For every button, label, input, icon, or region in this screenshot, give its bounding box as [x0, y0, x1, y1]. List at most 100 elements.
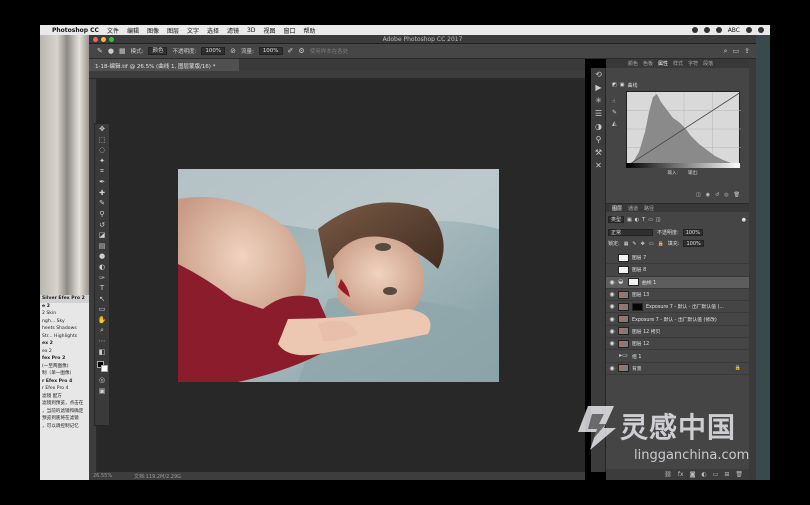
- brush-tool-icon[interactable]: ✎: [97, 47, 103, 55]
- tab-color[interactable]: 颜色: [628, 60, 638, 67]
- layer-row[interactable]: ◉ 图层 12: [606, 338, 749, 351]
- layer-name[interactable]: Exposure 7 - 默认 - 出厂默认值 (...: [646, 303, 724, 310]
- tray-icon[interactable]: [691, 27, 698, 33]
- mask-icon[interactable]: ▣: [620, 82, 625, 88]
- ruler-horizontal[interactable]: [89, 71, 585, 79]
- shape-tool-icon[interactable]: ▭: [95, 304, 109, 315]
- collapse-icon[interactable]: ✕: [591, 159, 606, 172]
- filter-adjust-icon[interactable]: ◐: [635, 217, 639, 223]
- eye-icon[interactable]: ◉: [606, 340, 618, 347]
- hand-tool-icon[interactable]: ✋: [95, 315, 109, 326]
- layer-name[interactable]: 图层 7: [632, 254, 646, 261]
- delete-layer-icon[interactable]: 🗑: [735, 471, 743, 478]
- search-icon[interactable]: ⌕: [724, 47, 728, 56]
- layer-mask-thumbnail[interactable]: [628, 278, 639, 287]
- filter-kind-select[interactable]: 类型: [608, 216, 625, 223]
- zoom-readout[interactable]: 26.55%: [93, 473, 112, 479]
- menu-filter[interactable]: 滤镜: [227, 26, 239, 35]
- eraser-tool-icon[interactable]: ◪: [95, 230, 109, 241]
- panel-row[interactable]: ex 2: [40, 348, 89, 356]
- lock-move-icon[interactable]: ✥: [641, 241, 645, 247]
- layer-row-selected[interactable]: ◉ ◒ 曲线 1: [606, 276, 749, 289]
- auto-icon[interactable]: ◭: [612, 118, 617, 129]
- panel-row[interactable]: 滤镜 配方: [40, 393, 89, 401]
- brush-tool-icon[interactable]: ✎: [95, 198, 109, 209]
- layer-group-row[interactable]: ▸▭ 组 1: [606, 350, 749, 363]
- folder-icon[interactable]: ▸▭: [618, 352, 629, 360]
- opacity-input[interactable]: 100%: [201, 47, 226, 55]
- volume-icon[interactable]: [715, 27, 722, 33]
- brush-settings-icon[interactable]: ✳: [591, 94, 606, 107]
- curves-adjustment-icon[interactable]: ◒: [618, 278, 626, 286]
- eyedropper-tool-icon[interactable]: ✒: [95, 177, 109, 188]
- crop-tool-icon[interactable]: ⌗: [95, 166, 109, 177]
- panel-row[interactable]: Str... Highlights: [40, 333, 89, 341]
- actions-icon[interactable]: ▶: [591, 81, 606, 94]
- layer-name[interactable]: Exposure 7 - 默认 - 出厂默认值 (修改): [632, 316, 717, 323]
- view-previous-icon[interactable]: ◉: [706, 192, 710, 200]
- on-image-adjust-icon[interactable]: ☝: [612, 96, 617, 107]
- app-menu[interactable]: Photoshop CC: [52, 27, 99, 34]
- path-select-tool-icon[interactable]: ↖: [95, 294, 109, 305]
- history-icon[interactable]: ⟲: [591, 68, 606, 81]
- panel-row[interactable]: e 2: [40, 303, 89, 311]
- clone-source-icon[interactable]: ⚲: [591, 133, 606, 146]
- blend-mode-select[interactable]: 正常: [608, 229, 653, 236]
- reset-icon[interactable]: ↺: [715, 192, 719, 200]
- document-tab[interactable]: 1-18-编辑.tif @ 26.5% (曲线 1, 图层蒙版/16) *: [89, 59, 239, 71]
- curve-point-icon[interactable]: ✎: [612, 107, 617, 118]
- link-layers-icon[interactable]: ⛓: [664, 471, 672, 478]
- layer-name[interactable]: 图层 12 拷贝: [632, 328, 660, 335]
- layer-row[interactable]: ◉ 图层 12 拷贝: [606, 326, 749, 339]
- quick-select-tool-icon[interactable]: ✦: [95, 156, 109, 167]
- airbrush-icon[interactable]: ✐: [288, 47, 294, 55]
- filter-type-icon[interactable]: T: [642, 217, 645, 223]
- type-tool-icon[interactable]: T: [95, 283, 109, 294]
- curves-histogram[interactable]: [626, 91, 742, 167]
- dodge-tool-icon[interactable]: ◐: [95, 262, 109, 273]
- tab-layers[interactable]: 图层: [612, 205, 622, 212]
- layer-mask-thumbnail[interactable]: [632, 302, 643, 311]
- trash-icon[interactable]: 🗑: [734, 192, 740, 200]
- share-icon[interactable]: ⇪: [744, 47, 750, 55]
- panel-row[interactable]: (一至两图像): [40, 363, 89, 371]
- tab-channels[interactable]: 通道: [628, 205, 638, 212]
- input-source[interactable]: ABC: [728, 27, 740, 34]
- menu-3d[interactable]: 3D: [247, 27, 255, 34]
- pen-tool-icon[interactable]: ✑: [95, 272, 109, 283]
- layer-name[interactable]: 图层 13: [632, 291, 649, 298]
- tab-paths[interactable]: 路径: [644, 205, 654, 212]
- add-mask-icon[interactable]: ◙: [690, 471, 696, 478]
- eye-icon[interactable]: ◉: [606, 303, 618, 310]
- brush-panel-icon[interactable]: ▦: [119, 47, 126, 55]
- menu-type[interactable]: 文字: [187, 26, 199, 35]
- pressure-opacity-icon[interactable]: ⊘: [230, 47, 236, 55]
- zoom-tool-icon[interactable]: ⌕: [95, 325, 109, 336]
- history-brush-tool-icon[interactable]: ↺: [95, 219, 109, 230]
- eye-icon[interactable]: ◉: [606, 279, 618, 286]
- menu-view[interactable]: 视图: [263, 26, 275, 35]
- layer-row[interactable]: ◉ 图层 13: [606, 289, 749, 302]
- menu-image[interactable]: 图像: [147, 26, 159, 35]
- tab-swatches[interactable]: 色板: [643, 60, 653, 67]
- flow-input[interactable]: 100%: [258, 47, 283, 55]
- doc-info[interactable]: 文档:119.2M/2.29G: [134, 473, 181, 480]
- eye-icon[interactable]: ◉: [606, 328, 618, 335]
- panel-row[interactable]: 制（单一图像）: [40, 370, 89, 378]
- panel-row[interactable]: fex Pro 2: [40, 355, 89, 363]
- layer-row[interactable]: ◉ Exposure 7 - 默认 - 出厂默认值 (...: [606, 301, 749, 314]
- filter-toggle-icon[interactable]: ●: [742, 217, 746, 223]
- clone-stamp-tool-icon[interactable]: ⚲: [95, 209, 109, 220]
- brush-settings-icon[interactable]: ⚙: [298, 47, 304, 55]
- brush-preset-icon[interactable]: ●: [108, 47, 114, 55]
- eye-icon[interactable]: ◉: [606, 316, 618, 323]
- sample-all-label[interactable]: 使用样本在各处: [310, 47, 349, 55]
- brushes-icon[interactable]: ☰: [591, 107, 606, 120]
- lasso-tool-icon[interactable]: ◌: [95, 145, 109, 156]
- document-image[interactable]: [178, 169, 499, 382]
- workspace-icon[interactable]: ▭: [733, 47, 740, 55]
- layer-row[interactable]: ◉ 背景 🔒: [606, 363, 749, 375]
- quick-mask-icon[interactable]: ◎: [95, 375, 109, 386]
- layer-name[interactable]: 组 1: [632, 353, 641, 360]
- panel-row[interactable]: 2 Skin: [40, 310, 89, 318]
